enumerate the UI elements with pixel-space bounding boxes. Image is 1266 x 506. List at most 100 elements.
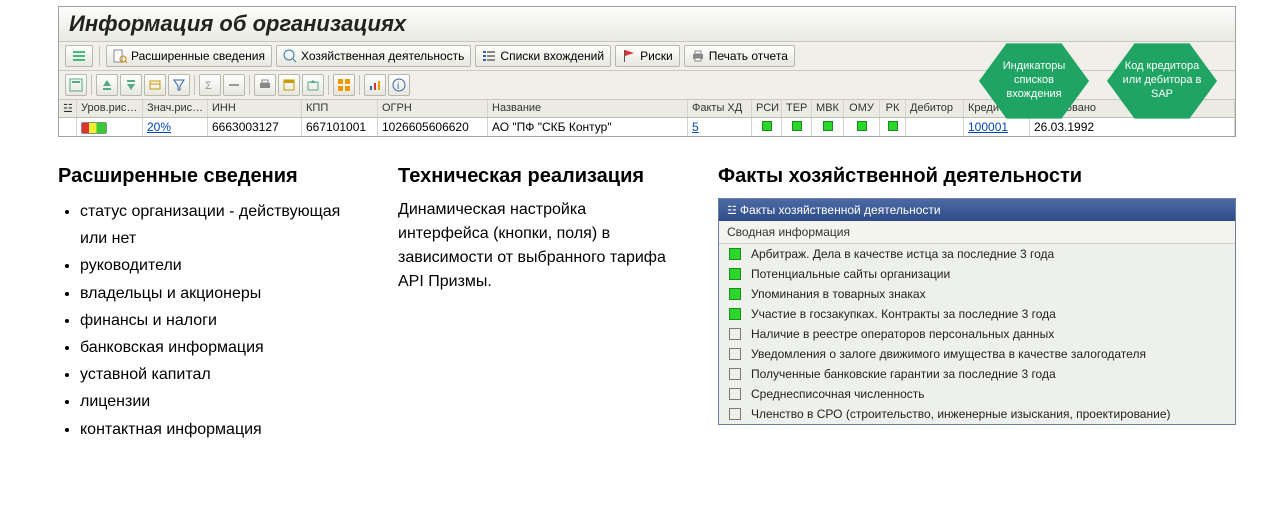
section-expanded: Расширенные сведения статус организации … (58, 165, 358, 443)
risk-value-link[interactable]: 20% (147, 120, 171, 134)
fact-row: Упоминания в товарных знаках (719, 284, 1235, 304)
button-label: Риски (640, 49, 673, 63)
info-columns: Расширенные сведения статус организации … (58, 165, 1236, 443)
fact-row: Среднесписочная численность (719, 384, 1235, 404)
col-rk[interactable]: РК (880, 100, 906, 117)
col-mvk[interactable]: МВК (812, 100, 844, 117)
filter-icon[interactable] (168, 74, 190, 96)
sap-window: Информация об организациях Расширенные с… (58, 6, 1236, 137)
fact-row: Членство в СРО (строительство, инженерны… (719, 404, 1235, 424)
layout-icon[interactable] (333, 74, 355, 96)
cell-mvk (812, 118, 844, 136)
col-inn[interactable]: ИНН (208, 100, 302, 117)
print-button[interactable]: Печать отчета (684, 45, 795, 67)
fact-text: Членство в СРО (строительство, инженерны… (751, 407, 1170, 421)
cell-omu (844, 118, 880, 136)
col-omu[interactable]: ОМУ (844, 100, 880, 117)
section-tech: Техническая реализация Динамическая наст… (398, 165, 678, 294)
status-indicator-icon (729, 328, 741, 340)
col-name[interactable]: Название (488, 100, 688, 117)
fact-row: Уведомления о залоге движимого имущества… (719, 344, 1235, 364)
facts-panel-title: Факты хозяйственной деятельности (719, 199, 1235, 221)
cell-kpp: 667101001 (302, 118, 378, 136)
status-indicator-icon (729, 368, 741, 380)
col-kpp[interactable]: КПП (302, 100, 378, 117)
cell-rk (880, 118, 906, 136)
lists-button[interactable]: Списки вхождений (475, 45, 611, 67)
separator (99, 46, 100, 66)
status-indicator-icon (729, 288, 741, 300)
col-ter[interactable]: ТЕР (782, 100, 812, 117)
fact-text: Среднесписочная численность (751, 387, 925, 401)
facts-panel-subtitle: Сводная информация (719, 221, 1235, 244)
details-icon[interactable] (65, 74, 87, 96)
cell-formed: 26.03.1992 (1030, 118, 1235, 136)
print-icon (691, 49, 705, 63)
tech-text: Динамическая настройка интерфейса (кнопк… (398, 198, 678, 294)
button-label: Списки вхождений (500, 49, 604, 63)
section-facts: Факты хозяйственной деятельности Факты х… (718, 165, 1236, 425)
fact-row: Участие в госзакупках. Контракты за посл… (719, 304, 1235, 324)
separator (194, 75, 195, 95)
expanded-info-button[interactable]: Расширенные сведения (106, 45, 272, 67)
status-indicator-icon (729, 348, 741, 360)
doc-search-icon (113, 49, 127, 63)
cell-inn: 6663003127 (208, 118, 302, 136)
subtotal-icon[interactable] (223, 74, 245, 96)
sort-asc-icon[interactable] (96, 74, 118, 96)
button-label: Хозяйственная деятельность (301, 49, 464, 63)
select-col-icon[interactable]: ☳ (59, 100, 77, 117)
export-icon[interactable] (302, 74, 324, 96)
menu-button[interactable] (65, 45, 93, 67)
list-icon (482, 49, 496, 63)
cell-rsi (752, 118, 782, 136)
facts-link[interactable]: 5 (692, 120, 699, 134)
section-title: Факты хозяйственной деятельности (718, 165, 1236, 188)
section-title: Расширенные сведения (58, 165, 358, 188)
col-rsi[interactable]: РСИ (752, 100, 782, 117)
fact-row: Полученные банковские гарантии за послед… (719, 364, 1235, 384)
view-icon[interactable] (278, 74, 300, 96)
sum-icon[interactable]: Σ (199, 74, 221, 96)
info-icon[interactable]: i (388, 74, 410, 96)
col-risk-value[interactable]: Знач.рис… (143, 100, 208, 117)
list-item: финансы и налоги (80, 307, 358, 334)
fact-text: Наличие в реестре операторов персональны… (751, 327, 1054, 341)
col-risk-level[interactable]: Уров.рис… (77, 100, 143, 117)
status-indicator-icon (729, 388, 741, 400)
status-indicator-icon (729, 308, 741, 320)
status-indicator-icon (729, 408, 741, 420)
col-ogrn[interactable]: ОГРН (378, 100, 488, 117)
list-item: лицензии (80, 388, 358, 415)
fact-text: Уведомления о залоге движимого имущества… (751, 347, 1146, 361)
fact-row: Наличие в реестре операторов персональны… (719, 324, 1235, 344)
cell-ogrn: 1026605606620 (378, 118, 488, 136)
chart-icon[interactable] (364, 74, 386, 96)
creditor-link[interactable]: 100001 (968, 120, 1008, 134)
list-item: банковская информация (80, 334, 358, 361)
fact-text: Полученные банковские гарантии за послед… (751, 367, 1056, 381)
grid-row[interactable]: 20% 6663003127 667101001 1026605606620 А… (59, 118, 1235, 136)
find-icon[interactable] (144, 74, 166, 96)
expanded-list: статус организации - действующая или нет… (58, 198, 358, 443)
list-item: статус организации - действующая или нет (80, 198, 358, 252)
list-item: уставной капитал (80, 361, 358, 388)
print2-icon[interactable] (254, 74, 276, 96)
fact-row: Арбитраж. Дела в качестве истца за после… (719, 244, 1235, 264)
button-label: Печать отчета (709, 49, 788, 63)
separator (359, 75, 360, 95)
col-facts[interactable]: Факты ХД (688, 100, 752, 117)
sort-desc-icon[interactable] (120, 74, 142, 96)
col-debtor[interactable]: Дебитор (906, 100, 964, 117)
activity-button[interactable]: Хозяйственная деятельность (276, 45, 471, 67)
globe-search-icon (283, 49, 297, 63)
list-item: владельцы и акционеры (80, 280, 358, 307)
section-title: Техническая реализация (398, 165, 678, 188)
svg-text:i: i (397, 81, 399, 92)
fact-text: Потенциальные сайты организации (751, 267, 950, 281)
separator (328, 75, 329, 95)
status-indicator-icon (729, 268, 741, 280)
fact-text: Упоминания в товарных знаках (751, 287, 926, 301)
cell-ter (782, 118, 812, 136)
risks-button[interactable]: Риски (615, 45, 680, 67)
